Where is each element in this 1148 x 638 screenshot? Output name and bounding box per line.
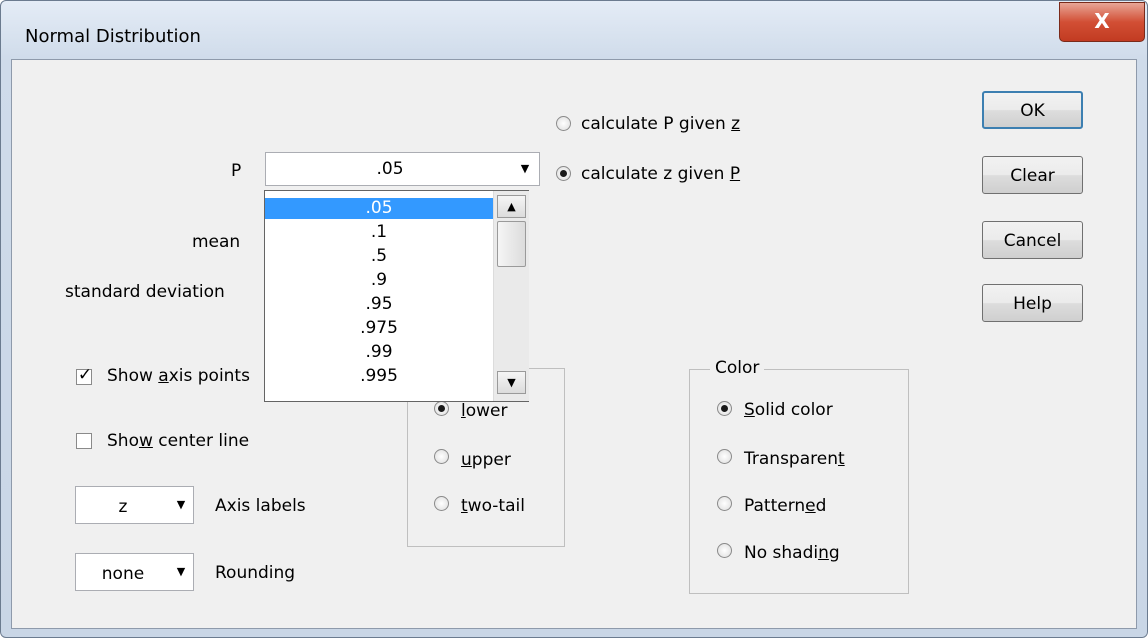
radio-selected-dot (721, 405, 728, 412)
lower-label[interactable]: lower (461, 401, 508, 421)
radio-selected-dot (438, 405, 445, 412)
transparent-label[interactable]: Transparent (744, 449, 845, 469)
solid-color-label[interactable]: Solid color (744, 400, 833, 420)
chevron-down-icon[interactable]: ▼ (170, 487, 192, 523)
radio-no-shading[interactable] (717, 543, 732, 558)
dropdown-item[interactable]: .05 (265, 198, 493, 219)
dropdown-item[interactable]: .1 (265, 222, 493, 243)
radio-calc-z-given-p[interactable] (556, 166, 571, 181)
radio-transparent[interactable] (717, 449, 732, 464)
upper-label[interactable]: upper (461, 450, 511, 470)
checkmark-icon: ✓ (77, 365, 93, 385)
dropdown-item[interactable]: .95 (265, 294, 493, 315)
show-center-line-label[interactable]: Show center line (107, 431, 249, 451)
color-group-legend: Color (710, 358, 765, 378)
close-button[interactable]: X (1059, 2, 1145, 42)
close-icon: X (1094, 9, 1110, 33)
dialog-window: Normal Distribution X calculate P given … (0, 0, 1148, 638)
dropdown-scrollbar[interactable]: ▲ ▼ (493, 191, 529, 401)
radio-calc-p-given-z[interactable] (556, 116, 571, 131)
scroll-down-arrow-icon[interactable]: ▼ (497, 371, 526, 394)
p-combobox[interactable]: .05 ▼ (265, 152, 540, 186)
dropdown-item[interactable]: .99 (265, 342, 493, 363)
window-title: Normal Distribution (25, 26, 201, 47)
patterned-label[interactable]: Patterned (744, 496, 826, 516)
radio-patterned[interactable] (717, 496, 732, 511)
axis-labels-value[interactable]: z (76, 497, 170, 517)
radio-two-tail[interactable] (434, 496, 449, 511)
show-center-line-checkbox[interactable] (76, 433, 92, 449)
scrollbar-thumb[interactable] (497, 221, 526, 267)
calc-z-given-p-label[interactable]: calculate z given P (581, 164, 740, 184)
show-axis-points-checkbox[interactable]: ✓ (76, 365, 92, 385)
dropdown-item[interactable]: .995 (265, 366, 493, 387)
scroll-up-arrow-icon[interactable]: ▲ (497, 195, 526, 218)
p-dropdown-list[interactable]: .05 .1 .5 .9 .95 .975 .99 .995 ▲ ▼ (264, 190, 529, 402)
p-value[interactable]: .05 (266, 159, 514, 179)
help-button[interactable]: Help (982, 284, 1083, 322)
rounding-combobox[interactable]: none ▼ (75, 553, 194, 591)
title-bar: Normal Distribution X (1, 1, 1147, 59)
dropdown-item[interactable]: .5 (265, 246, 493, 267)
mean-label: mean (192, 232, 241, 252)
p-label: P (231, 161, 242, 181)
radio-selected-dot (560, 170, 567, 177)
axis-labels-label: Axis labels (215, 496, 306, 516)
chevron-down-icon[interactable]: ▼ (514, 153, 536, 185)
ok-button[interactable]: OK (982, 91, 1083, 129)
axis-labels-combobox[interactable]: z ▼ (75, 486, 194, 524)
show-axis-points-label[interactable]: Show axis points (107, 366, 250, 386)
chevron-down-icon[interactable]: ▼ (170, 554, 192, 590)
no-shading-label[interactable]: No shading (744, 543, 840, 563)
radio-solid-color[interactable] (717, 401, 732, 416)
dialog-body: calculate P given z calculate z given P … (11, 59, 1137, 629)
dropdown-item[interactable]: .9 (265, 270, 493, 291)
cancel-button[interactable]: Cancel (982, 221, 1083, 259)
two-tail-label[interactable]: two-tail (461, 496, 525, 516)
rounding-label: Rounding (215, 563, 296, 583)
radio-lower[interactable] (434, 401, 449, 416)
standard-deviation-label: standard deviation (65, 282, 225, 302)
rounding-value[interactable]: none (76, 564, 170, 584)
radio-upper[interactable] (434, 449, 449, 464)
dropdown-item[interactable]: .975 (265, 318, 493, 339)
clear-button[interactable]: Clear (982, 156, 1083, 194)
calc-p-given-z-label[interactable]: calculate P given z (581, 114, 740, 134)
